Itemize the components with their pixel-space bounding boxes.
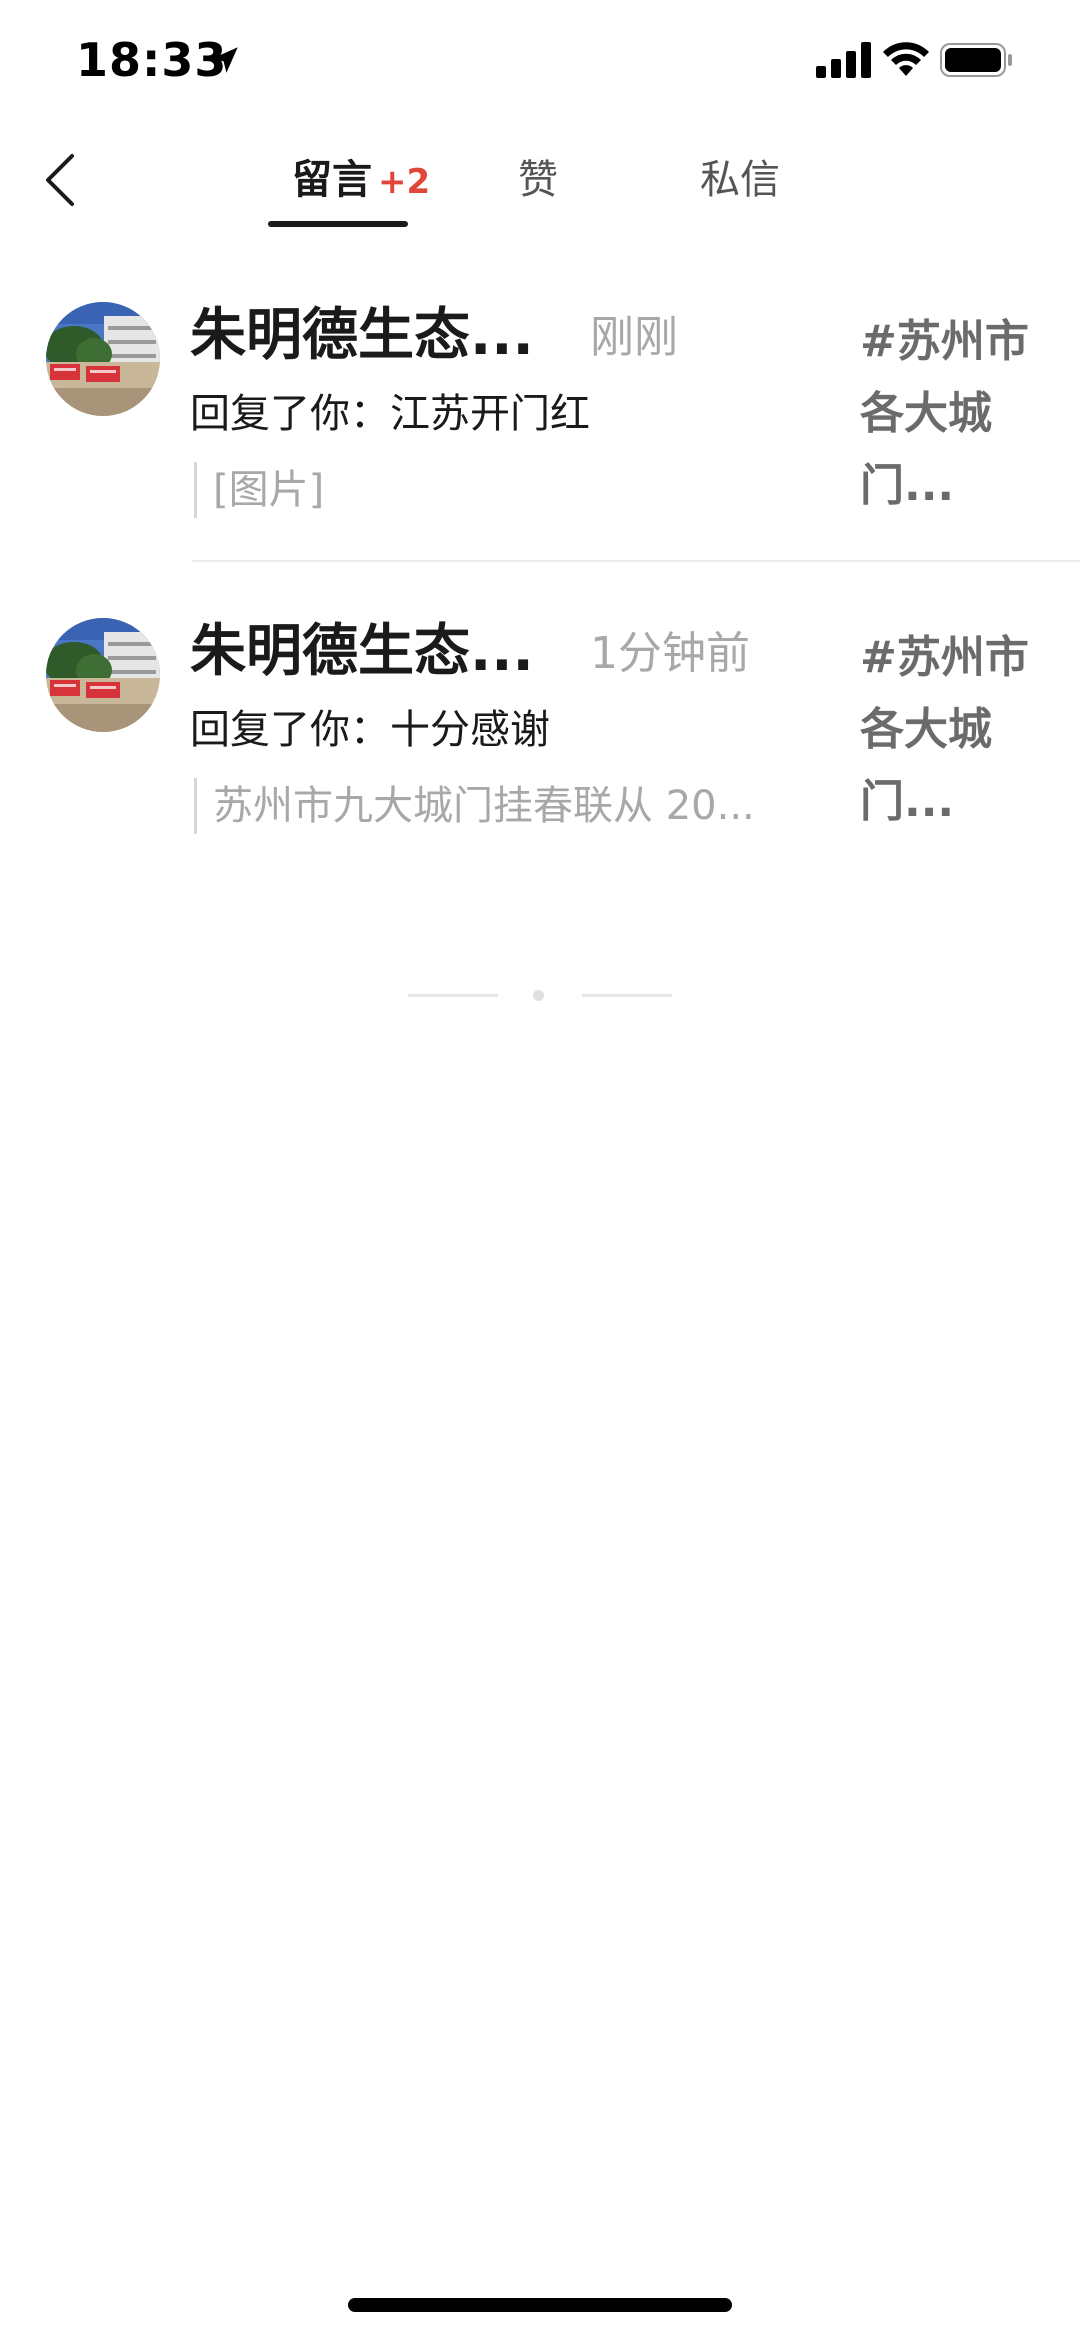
tab-likes-label: 赞: [518, 157, 558, 203]
tab-likes[interactable]: 赞: [518, 148, 558, 212]
signal-icon: [816, 42, 871, 78]
notification-quote: 苏州市九大城门挂春联从 20...: [194, 778, 755, 834]
home-indicator[interactable]: [348, 2298, 732, 2312]
location-arrow-icon: [212, 47, 238, 73]
avatar[interactable]: [46, 302, 160, 416]
notification-text: 回复了你：江苏开门红: [190, 391, 590, 437]
notification-time: 1分钟前: [590, 628, 750, 679]
back-button[interactable]: [30, 145, 90, 215]
notification-item[interactable]: 朱明德生态... 刚刚 回复了你：江苏开门红 [图片] #苏州市各大城门...: [0, 282, 1080, 594]
status-time: 18:33: [76, 33, 228, 87]
notification-username[interactable]: 朱明德生态...: [190, 612, 534, 692]
tab-comments-label: 留言: [292, 157, 372, 203]
notification-quote: [图片]: [194, 462, 324, 518]
wifi-icon: [883, 42, 929, 76]
tab-comments[interactable]: 留言 +2: [292, 148, 430, 212]
notification-username[interactable]: 朱明德生态...: [190, 296, 534, 376]
tab-messages[interactable]: 私信: [700, 148, 780, 212]
avatar[interactable]: [46, 618, 160, 732]
status-bar: 18:33: [0, 0, 1080, 120]
notification-text: 回复了你：十分感谢: [190, 707, 550, 753]
battery-icon: [940, 43, 1012, 77]
chevron-left-icon: [46, 154, 74, 206]
active-tab-indicator: [268, 221, 408, 227]
avatar-image: [46, 618, 160, 732]
notification-time: 刚刚: [590, 312, 678, 363]
divider: [192, 560, 1080, 562]
notification-item[interactable]: 朱明德生态... 1分钟前 回复了你：十分感谢 苏州市九大城门挂春联从 20..…: [0, 598, 1080, 910]
notification-topic[interactable]: #苏州市各大城门...: [860, 306, 1060, 522]
avatar-image: [46, 302, 160, 416]
end-of-list-line-left: [408, 994, 498, 997]
tab-messages-label: 私信: [700, 157, 780, 203]
notification-topic[interactable]: #苏州市各大城门...: [860, 622, 1060, 838]
notifications-screen: 18:33 留言 +2 赞 私信 朱明德生态... 刚刚 回复了你：江苏开门红 …: [0, 0, 1080, 2339]
end-of-list-line-right: [582, 994, 672, 997]
end-of-list-dot: [533, 990, 544, 1001]
tab-comments-badge: +2: [378, 162, 431, 202]
